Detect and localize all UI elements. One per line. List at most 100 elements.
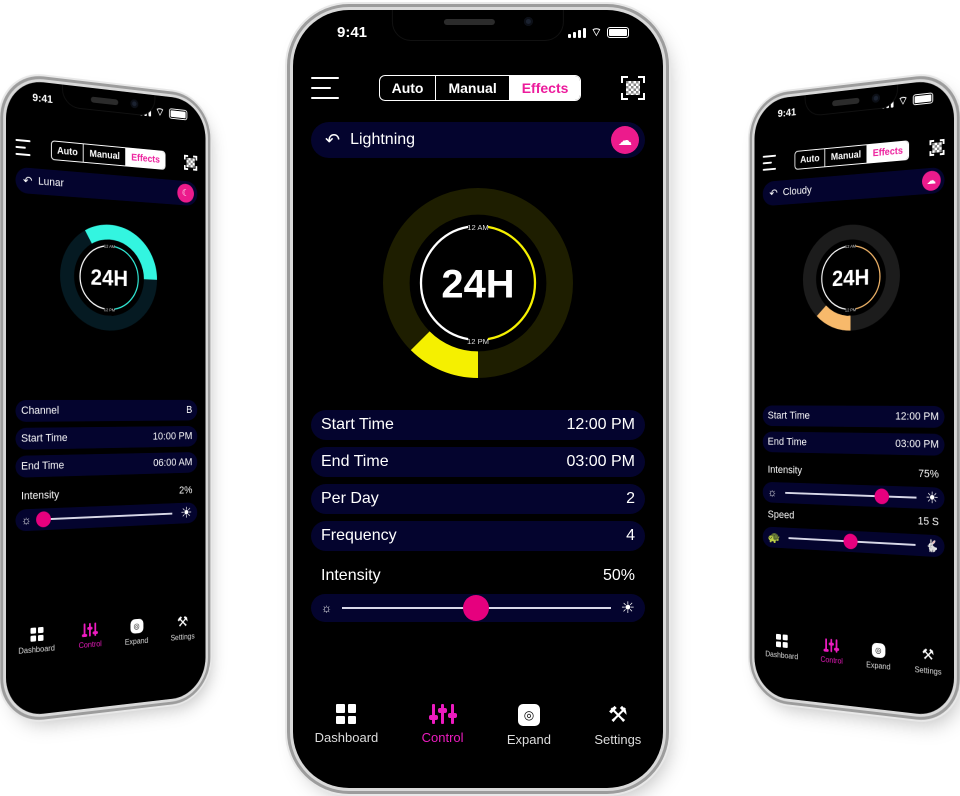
slider-thumb[interactable] — [36, 511, 51, 528]
tab-dashboard[interactable]: Dashboard — [765, 633, 798, 662]
moon-icon[interactable]: ☾ — [177, 183, 194, 204]
wrench-screwdriver-icon: ⚒ — [607, 702, 628, 727]
undo-arrow-icon[interactable]: ↶ — [769, 186, 777, 200]
slider-track[interactable] — [36, 511, 172, 528]
schedule-dial[interactable]: 12 AM 12 PM 24H — [803, 222, 900, 337]
speed-value: 15 S — [917, 515, 939, 529]
status-time: 9:41 — [777, 106, 797, 120]
tab-control[interactable]: Control — [820, 638, 843, 667]
menu-icon[interactable] — [15, 138, 31, 157]
menu-icon[interactable] — [311, 77, 339, 99]
dim-sun-icon: ☼ — [767, 485, 777, 500]
tab-settings[interactable]: ⚒ Settings — [915, 646, 942, 677]
mode-effects[interactable]: Effects — [867, 141, 909, 163]
tab-expand[interactable]: ◎ Expand — [125, 618, 148, 647]
row-label: Start Time — [321, 416, 394, 433]
tab-label: Dashboard — [314, 730, 379, 745]
row-per-day[interactable]: Per Day 2 — [311, 484, 645, 514]
tab-label: Control — [820, 654, 843, 666]
sliders-icon — [428, 704, 457, 724]
slider-thumb[interactable] — [874, 488, 890, 505]
status-time: 9:41 — [337, 23, 368, 41]
mode-segmented-control: Auto Manual Effects — [50, 140, 166, 170]
undo-arrow-icon[interactable]: ↶ — [325, 130, 340, 151]
row-label: End Time — [321, 453, 389, 470]
tab-label: Control — [78, 639, 102, 651]
dim-sun-icon: ☼ — [21, 512, 32, 528]
intensity-slider[interactable]: ☼ ☀ — [311, 594, 645, 622]
dial-top-label: 12 AM — [467, 223, 489, 232]
qr-scan-icon[interactable] — [183, 154, 198, 171]
tab-label: Expand — [506, 732, 551, 747]
mode-auto[interactable]: Auto — [380, 76, 437, 100]
row-start-time[interactable]: Start Time 10:00 PM — [15, 425, 198, 450]
row-end-time[interactable]: End Time 03:00 PM — [762, 431, 945, 456]
wrench-screwdriver-icon: ⚒ — [177, 613, 189, 631]
qr-scan-icon[interactable] — [929, 138, 945, 157]
lightning-cloud-icon[interactable]: ☁ — [611, 126, 639, 154]
intensity-value: 75% — [918, 468, 939, 481]
mode-manual[interactable]: Manual — [436, 76, 510, 100]
slider-thumb[interactable] — [843, 533, 858, 550]
slider-track[interactable] — [785, 488, 917, 505]
slider-track[interactable] — [342, 595, 611, 621]
dial-top-label: 12 AM — [104, 244, 115, 250]
row-end-time[interactable]: End Time 06:00 AM — [15, 451, 198, 478]
wifi-icon: ⌔ — [590, 24, 602, 39]
tab-bar: Dashboard Control ◎ Expand ⚒ Settings — [755, 632, 954, 678]
schedule-dial[interactable]: 12 AM 12 PM 24H — [60, 222, 157, 337]
dial-bottom-label: 12 PM — [467, 337, 489, 346]
intensity-header: Intensity 50% — [311, 558, 645, 594]
row-end-time[interactable]: End Time 03:00 PM — [311, 447, 645, 477]
menu-icon[interactable] — [762, 154, 777, 171]
mode-effects[interactable]: Effects — [509, 76, 581, 100]
mode-auto[interactable]: Auto — [795, 149, 826, 169]
battery-icon — [168, 107, 188, 120]
dashboard-grid-icon — [775, 633, 788, 649]
mode-auto[interactable]: Auto — [51, 141, 85, 162]
mode-effects[interactable]: Effects — [126, 148, 165, 169]
row-value: 03:00 PM — [566, 453, 635, 470]
tab-label: Dashboard — [765, 649, 799, 662]
turtle-icon: 🐢 — [767, 530, 781, 545]
dashboard-grid-icon — [336, 704, 357, 724]
effect-name: Lunar — [38, 175, 64, 190]
expand-device-icon: ◎ — [871, 642, 886, 659]
intensity-label: Intensity — [21, 489, 60, 503]
cloud-icon[interactable]: ☁ — [922, 170, 941, 192]
tab-control[interactable]: Control — [422, 704, 464, 747]
row-channel[interactable]: Channel B — [15, 399, 198, 422]
tab-control[interactable]: Control — [79, 622, 102, 651]
effect-selector[interactable]: ↶ Lightning ☁ — [311, 122, 645, 158]
mode-manual[interactable]: Manual — [84, 144, 127, 166]
row-frequency[interactable]: Frequency 4 — [311, 521, 645, 551]
schedule-dial[interactable]: 12 AM 12 PM 24H — [383, 188, 573, 383]
dial-bottom-label: 12 PM — [845, 307, 857, 312]
row-start-time[interactable]: Start Time 12:00 PM — [311, 410, 645, 440]
tab-expand[interactable]: ◎ Expand — [866, 642, 891, 672]
sliders-icon — [825, 638, 838, 653]
tab-dashboard[interactable]: Dashboard — [18, 626, 55, 657]
slider-thumb[interactable] — [463, 595, 490, 621]
slider-track[interactable] — [788, 533, 916, 550]
tab-settings[interactable]: ⚒ Settings — [594, 702, 641, 748]
dial-bottom-label: 12 PM — [104, 307, 116, 312]
showcase-stage: 9:41 ⌔ Auto Manual Effects ↶ Lunar ☾ 12 … — [0, 0, 960, 796]
row-label: Per Day — [321, 490, 379, 507]
dial-svg: 12 AM 12 PM 24H — [383, 188, 573, 378]
mode-manual[interactable]: Manual — [825, 145, 868, 167]
tab-dashboard[interactable]: Dashboard — [314, 704, 379, 747]
top-bar: Auto Manual Effects — [293, 72, 663, 104]
dial-center-label: 24H — [832, 264, 869, 291]
row-value: 03:00 PM — [895, 438, 939, 451]
qr-scan-icon[interactable] — [621, 76, 645, 100]
row-start-time[interactable]: Start Time 12:00 PM — [762, 405, 945, 428]
settings-list: Start Time 12:00 PM End Time 03:00 PM Per … — [311, 410, 645, 622]
tab-settings[interactable]: ⚒ Settings — [170, 613, 195, 643]
dashboard-grid-icon — [30, 626, 44, 642]
tab-label: Control — [421, 730, 464, 745]
dial-center-label: 24H — [91, 265, 128, 291]
undo-arrow-icon[interactable]: ↶ — [23, 173, 32, 188]
tab-label: Settings — [170, 631, 195, 643]
tab-expand[interactable]: ◎ Expand — [507, 704, 551, 747]
